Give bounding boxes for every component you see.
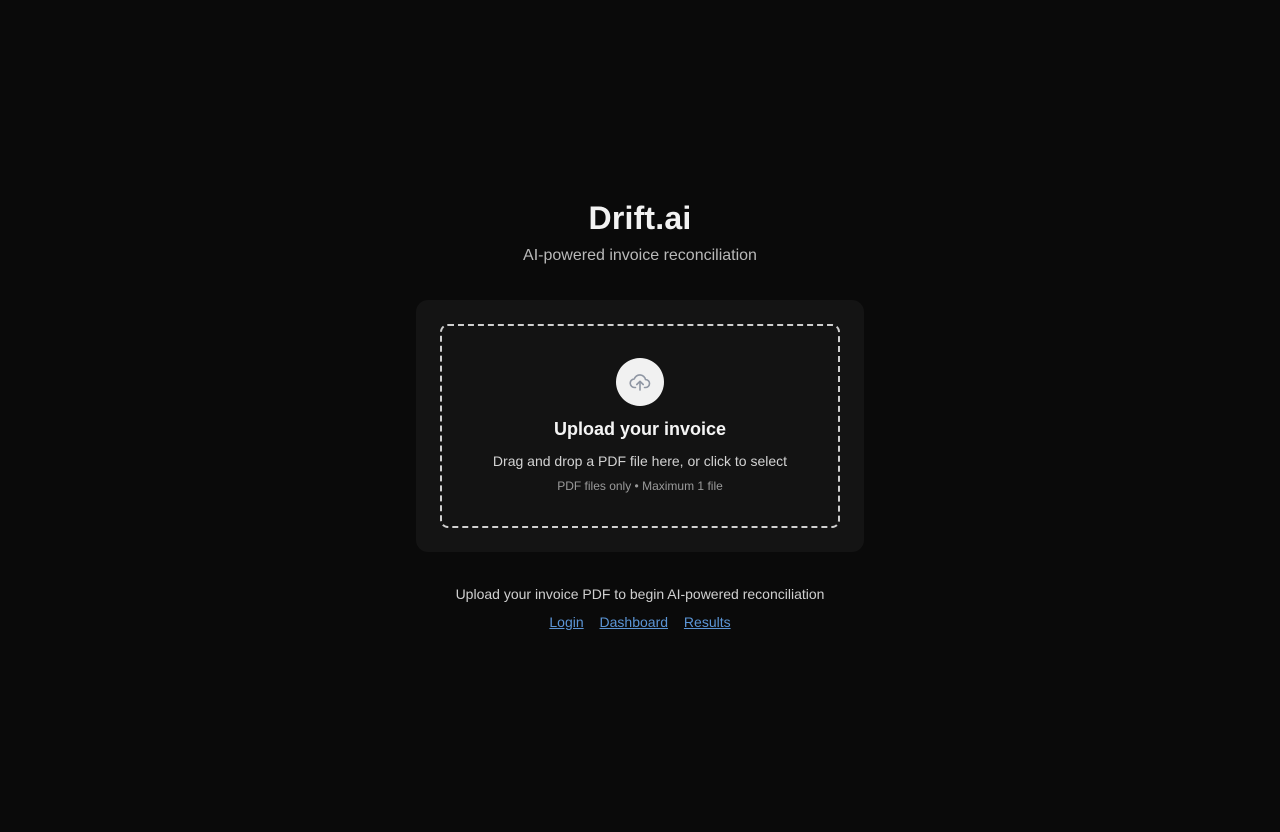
cloud-upload-icon bbox=[629, 374, 651, 391]
footer-description: Upload your invoice PDF to begin AI-powe… bbox=[455, 586, 825, 602]
upload-page: Drift.ai AI-powered invoice reconciliati… bbox=[0, 0, 1280, 832]
upload-constraints: PDF files only • Maximum 1 file bbox=[557, 479, 723, 493]
upload-icon-badge bbox=[616, 358, 664, 406]
footer-links: Login Dashboard Results bbox=[0, 613, 1280, 631]
brand-title: Drift.ai bbox=[588, 200, 692, 236]
login-link[interactable]: Login bbox=[549, 614, 583, 630]
file-dropzone[interactable]: Upload your invoice Drag and drop a PDF … bbox=[440, 324, 840, 528]
upload-instructions: Drag and drop a PDF file here, or click … bbox=[492, 453, 788, 469]
brand-tagline: AI-powered invoice reconciliation bbox=[523, 247, 757, 264]
upload-title: Upload your invoice bbox=[553, 419, 727, 439]
upload-card: Upload your invoice Drag and drop a PDF … bbox=[416, 300, 864, 552]
dashboard-link[interactable]: Dashboard bbox=[600, 614, 669, 630]
results-link[interactable]: Results bbox=[684, 614, 731, 630]
